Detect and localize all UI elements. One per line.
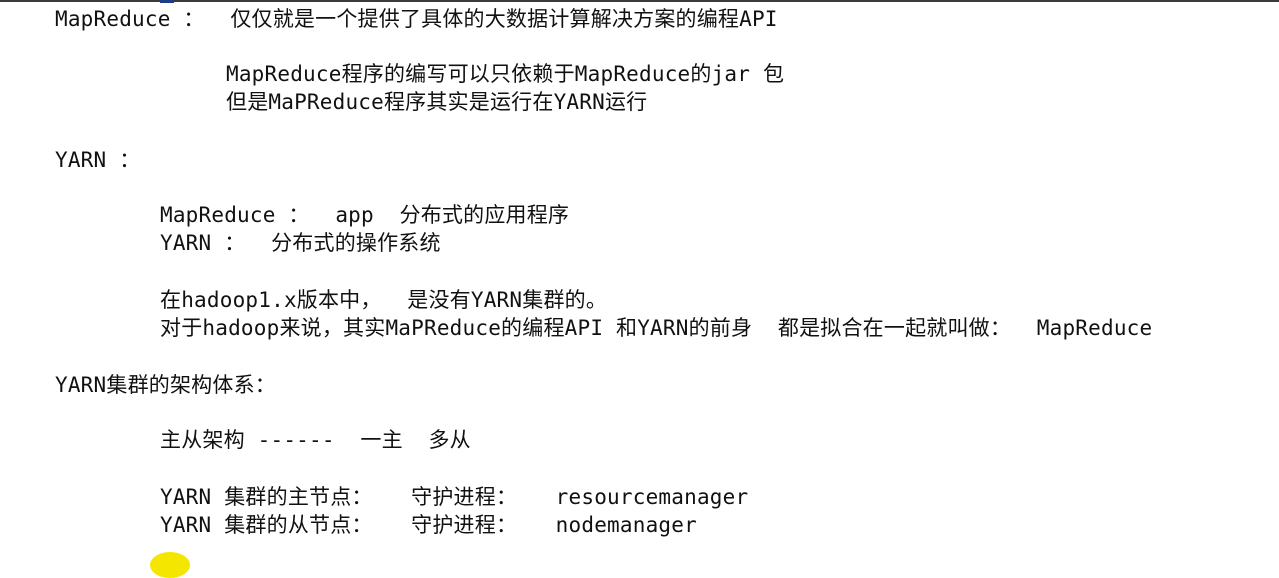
mapreduce-app-line: MapReduce ： app 分布式的应用程序 [160, 203, 570, 227]
yarn-os-line: YARN ： 分布式的操作系统 [160, 231, 441, 255]
mapreduce-runs-on-yarn-line: 但是MaPReduce程序其实是运行在YARN运行 [226, 90, 648, 114]
hadoop-history-line: 对于hadoop来说，其实MaPReduce的编程API 和YARN的前身 都是… [160, 316, 1153, 340]
top-border [0, 0, 1279, 2]
yarn-master-node-line: YARN 集群的主节点： 守护进程： resourcemanager [160, 485, 749, 509]
master-slave-line: 主从架构 ------ 一主 多从 [160, 428, 471, 452]
mouse-cursor-highlight [150, 552, 190, 578]
yarn-slave-node-line: YARN 集群的从节点： 守护进程： nodemanager [160, 513, 697, 537]
mapreduce-jar-dependency-line: MapReduce程序的编写可以只依赖于MapReduce的jar 包 [226, 62, 785, 86]
yarn-heading: YARN ： [55, 148, 141, 172]
mapreduce-definition-line: MapReduce ： 仅仅就是一个提供了具体的大数据计算解决方案的编程API [55, 7, 778, 31]
yarn-architecture-heading: YARN集群的架构体系： [55, 373, 276, 397]
hadoop1-no-yarn-line: 在hadoop1.x版本中， 是没有YARN集群的。 [160, 288, 608, 312]
text-caret [160, 0, 174, 3]
